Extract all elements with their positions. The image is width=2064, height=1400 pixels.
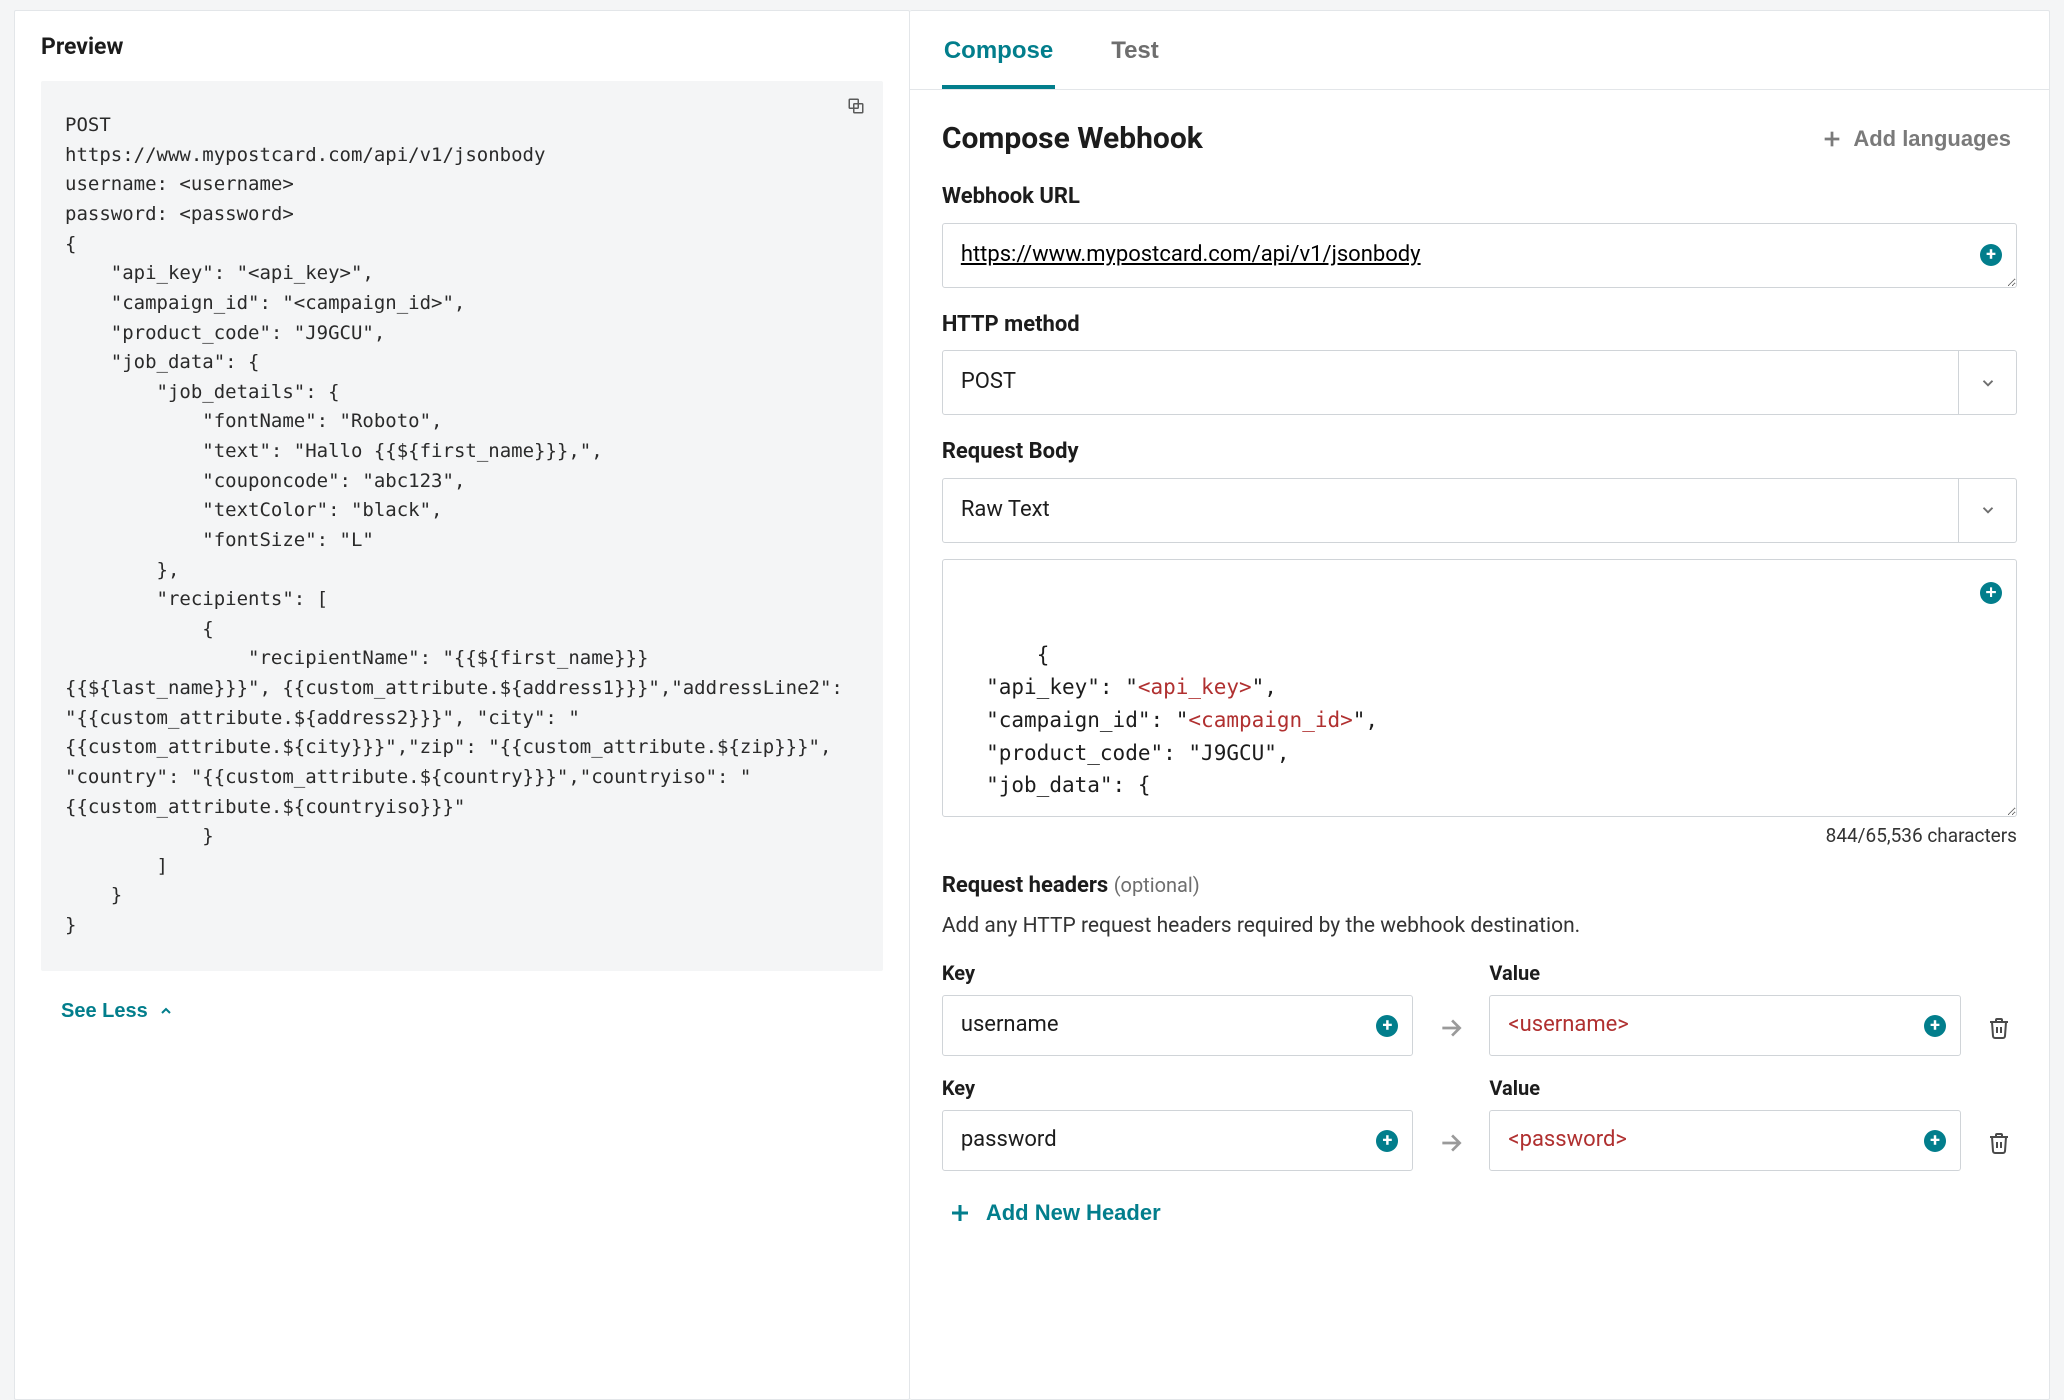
preview-panel: Preview POST https://www.mypostcard.com/…: [14, 10, 910, 1400]
copy-button[interactable]: [841, 91, 871, 121]
headers-label: Request headers (optional): [942, 871, 2017, 902]
value-insert-button[interactable]: +: [1924, 1015, 1946, 1037]
headers-helper: Add any HTTP request headers required by…: [942, 912, 2017, 941]
header-key-col: Key password+: [942, 1074, 1414, 1171]
compose-title: Compose Webhook: [942, 118, 1203, 160]
webhook-url-value: https://www.mypostcard.com/api/v1/jsonbo…: [961, 240, 1421, 271]
compose-header: Compose Webhook Add languages: [942, 118, 2017, 160]
body-label: Request Body: [942, 437, 2017, 468]
method-label: HTTP method: [942, 310, 2017, 341]
compose-panel: Compose Test Compose Webhook Add languag…: [910, 10, 2050, 1400]
copy-icon: [847, 95, 865, 117]
header-key-input[interactable]: username+: [942, 995, 1414, 1056]
header-key-label: Key: [942, 1074, 1414, 1102]
header-row: Key password+ Value <password>+: [942, 1074, 2017, 1171]
body-type-value: Raw Text: [961, 497, 1050, 522]
header-value-col: Value <username>+: [1489, 959, 1961, 1056]
plus-icon: [948, 1201, 972, 1225]
header-value-label: Value: [1489, 959, 1961, 987]
tab-compose[interactable]: Compose: [942, 29, 1055, 89]
header-value-label: Value: [1489, 1074, 1961, 1102]
header-key-col: Key username+: [942, 959, 1414, 1056]
tab-test[interactable]: Test: [1109, 29, 1161, 89]
webhook-url-input[interactable]: https://www.mypostcard.com/api/v1/jsonbo…: [942, 223, 2017, 288]
preview-title: Preview: [15, 31, 909, 81]
chevron-up-icon: [158, 1003, 174, 1019]
delete-header-button[interactable]: [1981, 1115, 2017, 1171]
see-less-label: See Less: [61, 1000, 148, 1023]
header-value-col: Value <password>+: [1489, 1074, 1961, 1171]
value-insert-button[interactable]: +: [1924, 1130, 1946, 1152]
tab-bar: Compose Test: [910, 11, 2049, 90]
url-label: Webhook URL: [942, 182, 2017, 213]
preview-code: POST https://www.mypostcard.com/api/v1/j…: [65, 111, 859, 941]
char-count: 844/65,536 characters: [942, 823, 2017, 850]
key-insert-button[interactable]: +: [1376, 1015, 1398, 1037]
add-languages-label: Add languages: [1853, 126, 2011, 152]
arrow-right-icon: [1433, 1115, 1469, 1171]
body-type-select[interactable]: Raw Text: [942, 478, 2017, 543]
add-header-button[interactable]: Add New Header: [942, 1199, 1167, 1227]
app-root: Preview POST https://www.mypostcard.com/…: [0, 0, 2064, 1400]
compose-body: Compose Webhook Add languages Webhook UR…: [910, 90, 2049, 1232]
header-key-input[interactable]: password+: [942, 1110, 1414, 1171]
headers-list: Key username+ Value <username>+ Key password+…: [942, 959, 2017, 1171]
add-header-label: Add New Header: [986, 1200, 1161, 1226]
trash-icon: [1987, 1016, 2011, 1040]
header-row: Key username+ Value <username>+: [942, 959, 2017, 1056]
see-less-toggle[interactable]: See Less: [55, 999, 180, 1024]
chevron-down-icon: [1958, 351, 2016, 414]
http-method-select[interactable]: POST: [942, 350, 2017, 415]
delete-header-button[interactable]: [1981, 1000, 2017, 1056]
arrow-right-icon: [1433, 1000, 1469, 1056]
request-body-textarea[interactable]: + { "api_key": "<api_key>", "campaign_id…: [942, 559, 2017, 817]
preview-code-block: POST https://www.mypostcard.com/api/v1/j…: [41, 81, 883, 971]
trash-icon: [1987, 1131, 2011, 1155]
header-value-input[interactable]: <password>+: [1489, 1110, 1961, 1171]
header-key-label: Key: [942, 959, 1414, 987]
chevron-down-icon: [1958, 479, 2016, 542]
plus-icon: [1821, 128, 1843, 150]
url-insert-button[interactable]: +: [1980, 244, 2002, 266]
body-insert-button[interactable]: +: [1980, 582, 2002, 604]
header-value-input[interactable]: <username>+: [1489, 995, 1961, 1056]
add-languages-button[interactable]: Add languages: [1815, 125, 2017, 153]
key-insert-button[interactable]: +: [1376, 1130, 1398, 1152]
http-method-value: POST: [961, 369, 1016, 394]
